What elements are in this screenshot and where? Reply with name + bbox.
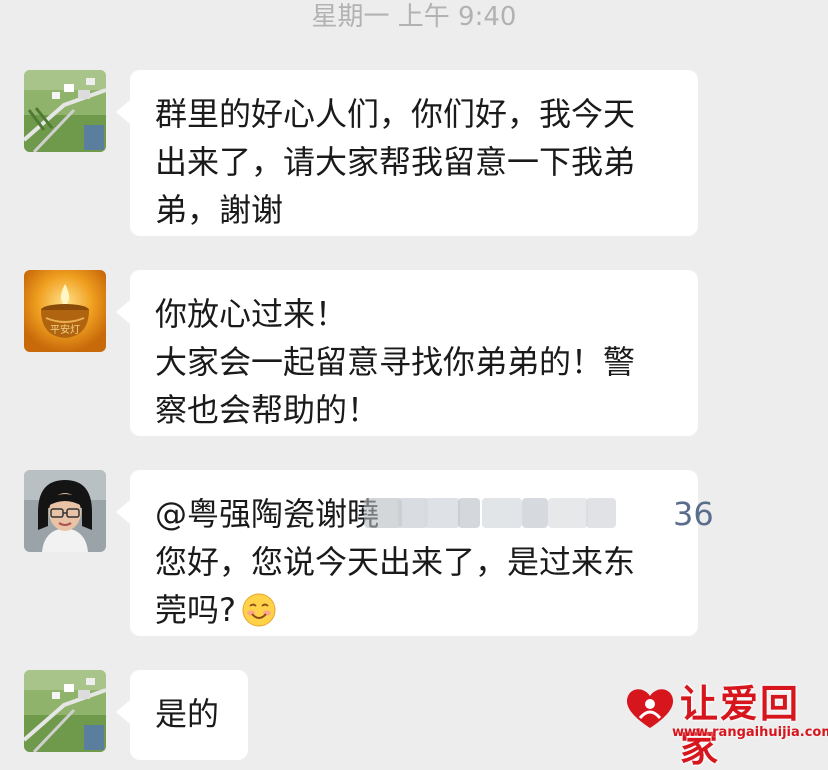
avatar[interactable]: 平安灯: [24, 270, 106, 352]
message-line: 是的: [155, 695, 220, 733]
candle-lamp-icon: 平安灯: [24, 270, 106, 352]
message-line: 莞吗?: [155, 586, 672, 634]
person-photo-icon: [24, 470, 106, 552]
heart-logo-icon: [626, 689, 674, 728]
smile-emoji-icon: [242, 592, 276, 627]
avatar[interactable]: [24, 670, 106, 752]
watermark: 让爱回家 www.rangaihuijia.com: [620, 682, 828, 770]
aerial-photo-icon: [24, 670, 106, 752]
lamp-badge-text: 平安灯: [50, 323, 80, 336]
message-line: 群里的好心人们，你们好，我今天: [155, 95, 636, 133]
message-timestamp: 星期一 上午 9:40: [311, 2, 517, 32]
mention-handle[interactable]: @粤强陶瓷谢曉: [155, 495, 379, 533]
message-line: 你放心过来！: [155, 295, 348, 333]
watermark-url: www.rangaihuijia.com: [672, 725, 828, 740]
mention-line: @粤强陶瓷谢曉 36: [155, 490, 714, 538]
message-bubble[interactable]: 群里的好心人们，你们好，我今天 出来了，请大家帮我留意一下我弟 弟，謝谢: [116, 70, 698, 236]
mention-tail: 36: [673, 495, 714, 533]
message-bubble[interactable]: 你放心过来！ 大家会一起留意寻找你弟弟的！警 察也会帮助的！: [116, 270, 698, 436]
aerial-photo-icon: [24, 70, 106, 152]
message-line: 您好，您说今天出来了，是过来东: [155, 543, 636, 581]
avatar[interactable]: [24, 70, 106, 152]
avatar[interactable]: [24, 470, 106, 552]
message-bubble[interactable]: 是的: [116, 670, 248, 760]
message-line: 大家会一起留意寻找你弟弟的！警: [155, 343, 636, 381]
message-line: 出来了，请大家帮我留意一下我弟: [155, 143, 636, 181]
message-line-text: 莞吗?: [155, 591, 236, 629]
message-line: 弟，謝谢: [155, 191, 284, 229]
message-line: 察也会帮助的！: [155, 391, 380, 429]
message-bubble[interactable]: @粤强陶瓷谢曉 36 您好，您说今天出来了，是过来东 莞吗?: [116, 470, 714, 636]
